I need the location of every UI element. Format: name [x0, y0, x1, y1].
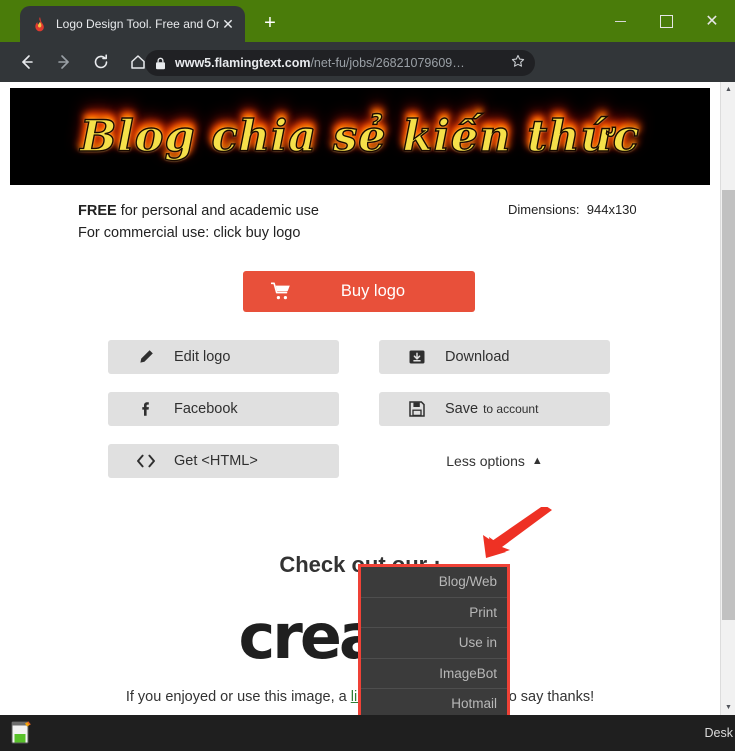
scroll-up-icon[interactable]: ▲: [721, 82, 735, 97]
page-content: Blog chia sẻ kiến thức FREE for personal…: [0, 82, 720, 715]
dropdown-item-use-in[interactable]: Use in: [361, 628, 507, 659]
minimize-button[interactable]: [597, 0, 643, 42]
close-window-button[interactable]: ✕: [689, 0, 735, 42]
scroll-down-icon[interactable]: ▼: [721, 700, 735, 715]
edit-logo-button[interactable]: Edit logo: [108, 340, 339, 374]
share-options-dropdown: Blog/Web Print Use in ImageBot Hotmail Y…: [358, 564, 510, 715]
free-keyword: FREE: [78, 203, 117, 219]
address-bar[interactable]: www5.flamingtext.com/net-fu/jobs/2682107…: [145, 50, 535, 76]
banner-text: Blog chia sẻ kiến thức: [79, 111, 640, 162]
download-icon: [407, 340, 427, 374]
dropdown-item-print[interactable]: Print: [361, 598, 507, 628]
url-text: www5.flamingtext.com/net-fu/jobs/2682107…: [175, 56, 505, 70]
notepad-icon[interactable]: [10, 721, 32, 745]
browser-titlebar: Logo Design Tool. Free and Onlin ✕ + ✕: [0, 0, 735, 42]
browser-tab[interactable]: Logo Design Tool. Free and Onlin ✕: [20, 6, 245, 42]
dropdown-item-hotmail[interactable]: Hotmail: [361, 689, 507, 715]
maximize-button[interactable]: [643, 0, 689, 42]
tab-close-icon[interactable]: ✕: [219, 15, 237, 33]
dimensions-info: Dimensions: 944x130: [508, 202, 637, 217]
get-html-label: Get <HTML>: [174, 453, 258, 469]
save-main: Save: [445, 401, 479, 417]
license-text-block: FREE for personal and academic use For c…: [78, 200, 319, 244]
download-label: Download: [445, 349, 510, 365]
flamingtext-favicon: [32, 16, 48, 32]
less-options-label: Less options: [446, 453, 525, 469]
pencil-icon: [136, 340, 156, 374]
save-label: Save to account: [445, 392, 538, 426]
free-rest: for personal and academic use: [116, 203, 319, 219]
download-button[interactable]: Download: [379, 340, 610, 374]
tab-strip: Logo Design Tool. Free and Onlin ✕ + ✕: [0, 0, 735, 42]
tab-title: Logo Design Tool. Free and Onlin: [56, 17, 219, 31]
star-icon[interactable]: [511, 54, 525, 73]
dimensions-label: Dimensions:: [508, 202, 580, 217]
back-icon[interactable]: [12, 47, 42, 77]
dimensions-value: 944x130: [586, 202, 637, 217]
scrollbar-thumb[interactable]: [722, 190, 735, 620]
lock-icon: [155, 57, 167, 70]
save-sub: to account: [483, 402, 539, 416]
taskbar-right-label: Desk: [704, 726, 733, 740]
url-path: /net-fu/jobs/26821079609…: [310, 56, 465, 70]
logo-banner-image: Blog chia sẻ kiến thức: [10, 88, 710, 185]
window-controls: ✕: [597, 0, 735, 42]
chevron-up-icon: ▲: [531, 455, 543, 467]
get-html-button[interactable]: Get <HTML>: [108, 444, 339, 478]
dropdown-item-blog-web[interactable]: Blog/Web: [361, 567, 507, 598]
browser-window: Logo Design Tool. Free and Onlin ✕ + ✕ w…: [0, 0, 735, 751]
shopping-cart-icon: [270, 282, 291, 300]
url-domain: www5.flamingtext.com: [175, 56, 311, 70]
reload-icon[interactable]: [86, 47, 116, 77]
browser-toolbar: www5.flamingtext.com/net-fu/jobs/2682107…: [0, 42, 735, 114]
dropdown-item-imagebot[interactable]: ImageBot: [361, 659, 507, 689]
taskbar: Desk: [0, 715, 735, 751]
thanks-prefix: If you enjoyed or use this image, a: [125, 689, 351, 705]
code-brackets-icon: [136, 444, 156, 478]
forward-icon[interactable]: [49, 47, 79, 77]
facebook-share-button[interactable]: Facebook: [108, 392, 339, 426]
edit-logo-label: Edit logo: [174, 349, 231, 365]
buy-logo-button[interactable]: Buy logo: [243, 271, 475, 312]
license-info-row: FREE for personal and academic use For c…: [0, 200, 720, 246]
facebook-label: Facebook: [174, 401, 238, 417]
page-scrollbar[interactable]: ▲ ▼: [720, 82, 735, 715]
red-arrow-annotation: [462, 505, 557, 559]
facebook-icon: [136, 392, 156, 426]
floppy-disk-icon: [407, 392, 427, 426]
commercial-use-line: For commercial use: click buy logo: [78, 225, 301, 241]
free-use-line: FREE for personal and academic use: [78, 200, 319, 222]
save-to-account-button[interactable]: Save to account: [379, 392, 610, 426]
new-tab-button[interactable]: +: [258, 12, 282, 36]
less-options-toggle[interactable]: Less options ▲: [379, 444, 610, 478]
